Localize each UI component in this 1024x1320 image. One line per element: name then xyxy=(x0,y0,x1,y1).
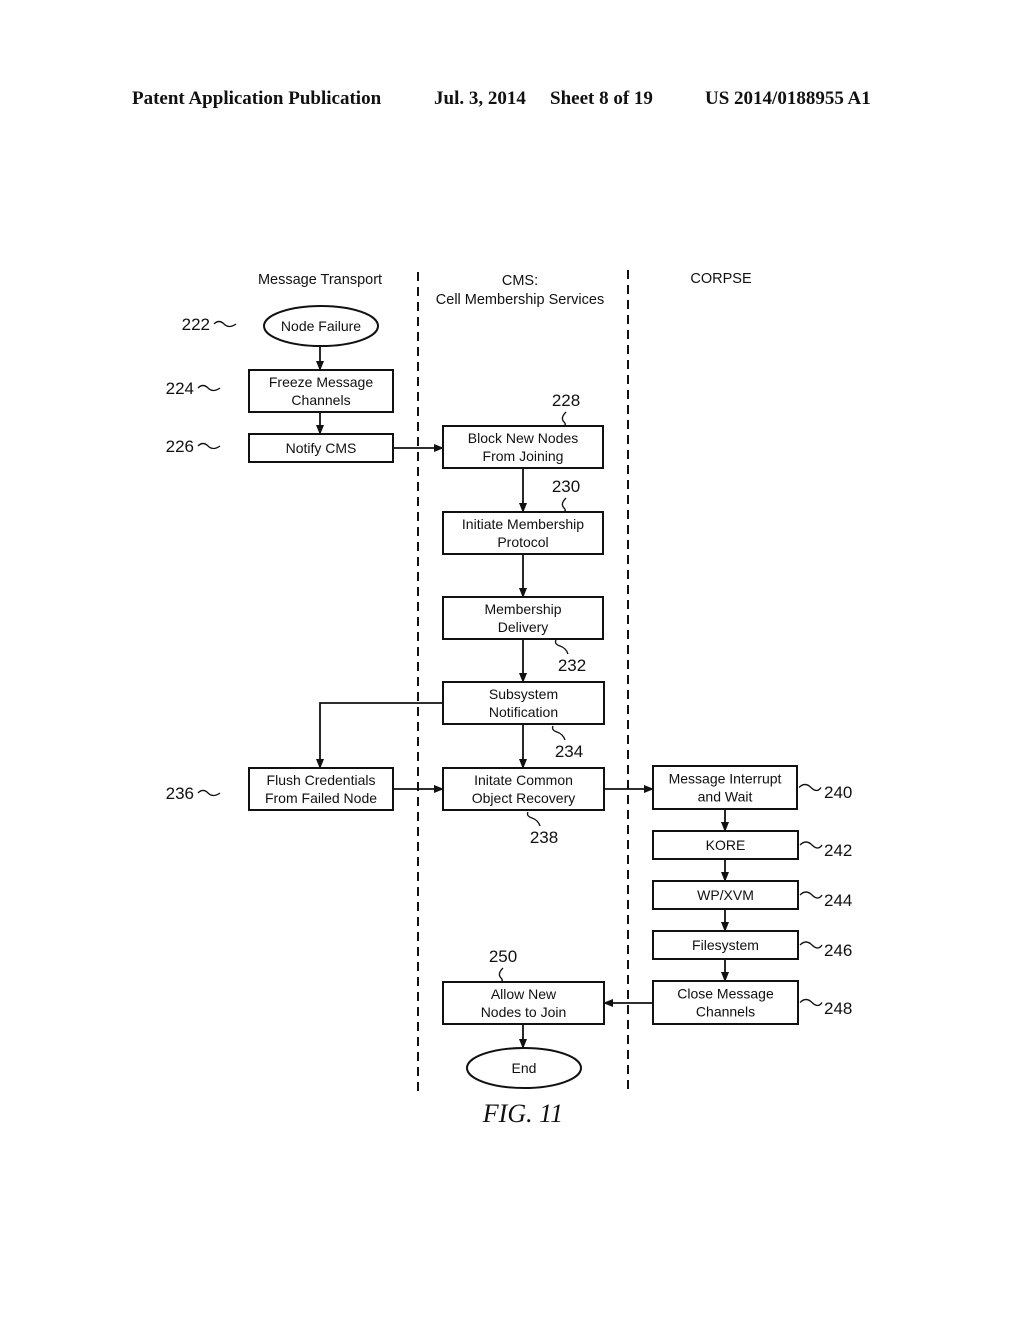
flowchart-diagram: Message Transport CMS: Cell Membership Ser… xyxy=(166,270,852,1128)
reference-leader-line xyxy=(554,639,569,655)
node-label: Block New Nodes xyxy=(468,430,579,446)
reference-leader-line xyxy=(799,998,823,1007)
node-label: Freeze Message xyxy=(269,374,373,390)
node-label: Close Message xyxy=(677,986,774,1002)
node-label: Delivery xyxy=(498,619,549,635)
figure-label: FIG. 11 xyxy=(482,1099,563,1128)
node-label: Protocol xyxy=(497,534,548,550)
reference-leader-line xyxy=(799,891,823,899)
reference-leader-line xyxy=(213,320,237,328)
reference-leader-line xyxy=(559,411,567,427)
reference-numeral: 230 xyxy=(552,477,580,496)
flow-node-n248: Close Message Channels xyxy=(652,980,799,1025)
node-label: Membership xyxy=(484,601,561,617)
node-label: Initate Common xyxy=(474,772,573,788)
flow-node-n250: Allow New Nodes to Join xyxy=(442,981,605,1025)
reference-leader-line xyxy=(551,725,566,741)
lane-label-transport: Message Transport xyxy=(258,272,382,288)
lane-label-cms: CMS: xyxy=(502,273,538,289)
flow-node-n222: Node Failure xyxy=(263,305,379,347)
reference-numeral: 250 xyxy=(489,947,517,966)
node-label: From Failed Node xyxy=(265,790,377,806)
reference-leader-line xyxy=(799,841,823,849)
flow-node-n246: Filesystem xyxy=(652,930,799,960)
node-label: Allow New xyxy=(491,986,557,1002)
reference-numeral: 244 xyxy=(824,891,852,910)
node-label: Filesystem xyxy=(692,937,759,953)
reference-leader-line xyxy=(559,497,567,513)
reference-leader-line xyxy=(197,789,221,797)
lane-label-corpse: CORPSE xyxy=(690,271,752,287)
flow-node-n224: Freeze Message Channels xyxy=(248,369,394,413)
reference-numeral: 226 xyxy=(166,437,194,456)
flow-node-n232: Membership Delivery xyxy=(442,596,604,640)
node-label: Notify CMS xyxy=(286,440,357,456)
flow-node-n244: WP/XVM xyxy=(652,880,799,910)
reference-numeral: 222 xyxy=(182,315,210,334)
flow-node-n242: KORE xyxy=(652,830,799,860)
lane-label-cms: Cell Membership Services xyxy=(436,292,604,308)
reference-leader-line xyxy=(799,941,823,949)
node-label: Flush Credentials xyxy=(267,772,376,788)
reference-numeral: 236 xyxy=(166,784,194,803)
flow-node-end: End xyxy=(466,1047,582,1089)
reference-numeral: 234 xyxy=(555,742,583,761)
flow-node-n234: Subsystem Notification xyxy=(442,681,605,725)
reference-leader-line xyxy=(197,442,221,450)
node-label: Nodes to Join xyxy=(481,1004,567,1020)
reference-numeral: 248 xyxy=(824,999,852,1018)
reference-numeral: 238 xyxy=(530,828,558,847)
reference-numeral: 240 xyxy=(824,783,852,802)
node-label: Initiate Membership xyxy=(462,516,584,532)
reference-numeral: 228 xyxy=(552,391,580,410)
node-label: Message Interrupt xyxy=(669,771,782,787)
node-label: Channels xyxy=(696,1004,755,1020)
node-label: End xyxy=(512,1060,537,1076)
reference-leader-line xyxy=(798,783,822,792)
reference-numeral: 246 xyxy=(824,941,852,960)
reference-numeral: 232 xyxy=(558,656,586,675)
flow-node-n226: Notify CMS xyxy=(248,433,394,463)
flow-node-n228: Block New Nodes From Joining xyxy=(442,425,604,469)
node-label: KORE xyxy=(706,837,746,853)
flow-node-n240: Message Interrupt and Wait xyxy=(652,765,798,810)
node-label: Notification xyxy=(489,704,558,720)
flow-node-n238: Initate Common Object Recovery xyxy=(442,767,605,811)
arrow-n234-to-n236 xyxy=(316,702,443,769)
node-label: Node Failure xyxy=(281,318,361,334)
flow-node-n236: Flush Credentials From Failed Node xyxy=(248,767,394,811)
reference-numeral: 224 xyxy=(166,379,194,398)
node-label: From Joining xyxy=(483,448,564,464)
node-label: Object Recovery xyxy=(472,790,575,806)
flow-node-n230: Initiate Membership Protocol xyxy=(442,511,604,555)
node-label: Subsystem xyxy=(489,686,558,702)
reference-leader-line xyxy=(526,811,541,827)
node-label: and Wait xyxy=(698,789,753,805)
reference-leader-line xyxy=(197,384,221,392)
node-label: Channels xyxy=(291,392,350,408)
node-label: WP/XVM xyxy=(697,887,754,903)
reference-leader-line xyxy=(496,967,504,983)
reference-numeral: 242 xyxy=(824,841,852,860)
